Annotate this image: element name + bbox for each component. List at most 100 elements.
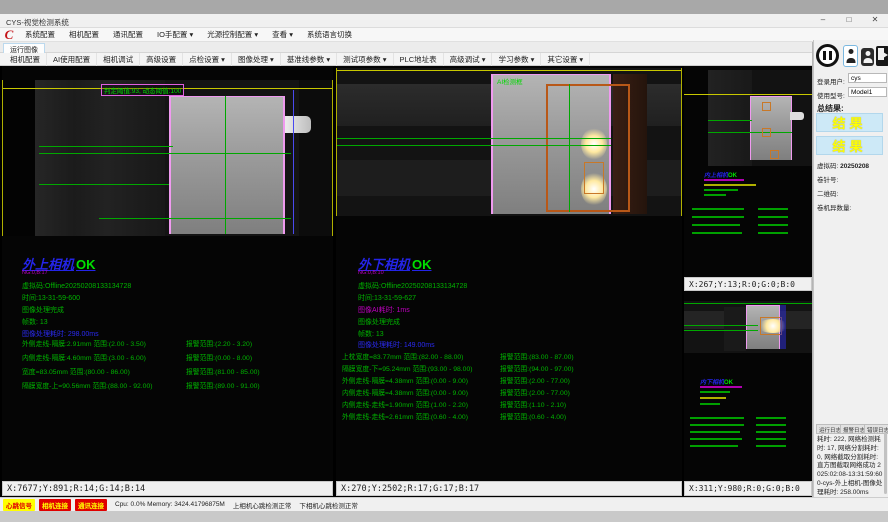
measurement-name: 宽度=83.05mm 范围:(80.00 - 86.00) (22, 366, 130, 376)
tool-advanced-debug[interactable]: 高级调试 ▾ (444, 53, 493, 66)
virtual-code-text: 虚拟码:Offline20250208133134728 (22, 281, 131, 291)
tool-camera-debug[interactable]: 相机调试 (97, 53, 140, 66)
title-bar: CYS-视觉检测系统 – □ ✕ (0, 14, 888, 28)
log-scrollbar[interactable] (884, 432, 887, 494)
virtual-code-label: 虚拟码: 20250208 (817, 160, 869, 170)
mini-measure-bar (692, 232, 742, 234)
camera-title-inner-lower: 内下相机OK (700, 377, 733, 386)
mini-text-bar (700, 403, 720, 405)
label-text: 虚拟码: (817, 163, 838, 170)
app-logo-icon: C (0, 29, 18, 41)
close-icon[interactable]: ✕ (868, 15, 882, 24)
menu-camera-config[interactable]: 相机配置 (62, 28, 106, 42)
measurement-alarm: 报警范围:(89.00 - 91.00) (186, 380, 260, 390)
tool-spot-check[interactable]: 点检设置 ▾ (183, 53, 232, 66)
mini-measure-bar (756, 431, 786, 433)
menu-bar: C 系统配置 相机配置 通讯配置 IO手配置 ▾ 光源控制配置 ▾ 查看 ▾ 系… (0, 28, 888, 42)
camera-view-inner-lower[interactable]: 内下相机OK (684, 291, 812, 481)
measurement-name: 内侧走线-隔膜=4.38mm 范围:(0.00 - 9.00) (342, 387, 468, 397)
measurement-name: 内侧走线-隔膜:4.60mm 范围:(3.00 - 6.00) (22, 352, 146, 362)
mini-measure-bar (690, 417, 744, 419)
tool-plc-address[interactable]: PLC地址表 (394, 53, 444, 66)
mini-text-bar (700, 397, 726, 399)
ai-detect-rect (760, 317, 782, 335)
pause-button[interactable] (816, 44, 839, 67)
camera-connect-badge: 相机连接 (39, 499, 71, 511)
tool-image-processing[interactable]: 图像处理 ▾ (232, 53, 281, 66)
mini-measure-bar (692, 224, 740, 226)
menu-light-config[interactable]: 光源控制配置 ▾ (200, 28, 265, 42)
mini-measure-bar (756, 424, 786, 426)
camera-view-outer-upper[interactable]: 判定阈值:93, 动态阈值:100 外上相机OK NG:0,B:17 虚拟码:O… (2, 66, 333, 481)
menu-comm-config[interactable]: 通讯配置 (106, 28, 150, 42)
exit-button[interactable] (876, 46, 888, 66)
measurement-name: 外侧走线-隔膜:2.91mm 范围:(2.00 - 3.50) (22, 338, 146, 348)
measurement-name: 内侧走线-走线=1.90mm 范围:(1.00 - 2.20) (342, 399, 468, 409)
result-box-lower: 结果 (816, 136, 883, 155)
tool-camera-config[interactable]: 相机配置 (4, 53, 47, 66)
tool-learn-params[interactable]: 学习参数 ▾ (492, 53, 541, 66)
tab-strip: 运行图像 (0, 42, 812, 53)
menu-view[interactable]: 查看 ▾ (265, 28, 300, 42)
tool-advanced-settings[interactable]: 高级设置 (140, 53, 183, 66)
log-text: 耗时: 222, 网络检测耗时: 17, 网络分割耗时: 0, 网络截取分割耗时… (817, 436, 883, 497)
menu-language-switch[interactable]: 系统语言切换 (300, 28, 359, 42)
login-user-label: 登录用户: (817, 76, 845, 86)
upper-camera-heartbeat-text: 上相机心跳检测正常 (233, 500, 292, 510)
camera-view-inner-upper[interactable]: 内上相机OK (684, 66, 812, 277)
measurement-alarm: 报警范围:(2.00 - 77.00) (500, 375, 570, 385)
mini-text-bar (700, 386, 742, 388)
desktop-bottom-strip (0, 511, 888, 522)
process-done-text: 图像处理完成 (22, 305, 64, 315)
model-input[interactable] (848, 87, 887, 97)
abnormal-count-label: 卷机异数量: (817, 202, 851, 212)
camera-image-outer-lower[interactable]: AI检测框 (336, 68, 682, 216)
camera-image-outer-upper[interactable]: 判定阈值:93, 动态阈值:100 (2, 80, 333, 236)
process-done-text: 图像处理完成 (358, 317, 400, 327)
result-ok-text: OK (412, 257, 432, 272)
measurement-alarm: 报警范围:(2.00 - 77.00) (500, 387, 570, 397)
app-window: CYS-视觉检测系统 – □ ✕ C 系统配置 相机配置 通讯配置 IO手配置 … (0, 0, 888, 522)
pixel-status-inner-lower: X:311;Y:980;R:0;G:0;B:0 (684, 481, 812, 496)
camera-image-inner-upper[interactable] (684, 70, 812, 166)
ai-detect-rect-inner (584, 162, 604, 194)
maximize-icon[interactable]: □ (842, 15, 856, 24)
measurement-alarm: 报警范围:(1.10 - 2.10) (500, 399, 566, 409)
battery-cell-region (169, 96, 285, 234)
needle-number-label: 卷针号: (817, 174, 838, 184)
measurement-name: 外侧走线-走线=2.61mm 范围:(0.60 - 4.00) (342, 411, 468, 421)
login-user-input[interactable] (848, 73, 887, 83)
model-label: 使用型号: (817, 90, 845, 100)
pixel-status-inner-upper: X:267;Y:13;R:0;G:0;B:0 (684, 277, 812, 291)
mini-measure-bar (758, 224, 788, 226)
measurement-alarm: 报警范围:(0.60 - 4.00) (500, 411, 566, 421)
mini-measure-bar (690, 445, 738, 447)
switch-user-button[interactable] (861, 48, 874, 66)
measurement-alarm: 报警范围:(83.00 - 87.00) (500, 351, 574, 361)
mini-measure-bar (690, 438, 742, 440)
status-bar: 心跳信号 相机连接 通讯连接 Cpu: 0.0% Memory: 3424.41… (0, 497, 888, 511)
pixel-status-outer-upper: X:7677;Y:891;R:14;G:14;B:14 (2, 481, 333, 496)
minimize-icon[interactable]: – (816, 15, 830, 24)
camera-view-outer-lower[interactable]: AI检测框 外下相机OK NG:0,B:10 虚拟码:Offline202502… (336, 66, 682, 481)
measurement-name: 外侧走线-隔膜=4.38mm 范围:(0.00 - 9.00) (342, 375, 468, 385)
mini-measure-bar (758, 232, 788, 234)
result-box-upper: 结果 (816, 113, 883, 132)
mini-text-bar (700, 391, 730, 393)
lower-camera-heartbeat-text: 下相机心跳检测正常 (299, 500, 358, 510)
tab-run-image[interactable]: 运行图像 (3, 43, 45, 53)
tool-baseline-params[interactable]: 基准线参数 ▾ (281, 53, 337, 66)
result-ok-text: OK (76, 257, 96, 272)
tool-test-params[interactable]: 测试项参数 ▾ (337, 53, 393, 66)
camera-title-inner-upper: 内上相机OK (704, 170, 737, 179)
menu-system-config[interactable]: 系统配置 (18, 28, 62, 42)
login-user-button[interactable] (843, 45, 858, 67)
tool-ai-usage-config[interactable]: AI使用配置 (47, 53, 97, 66)
camera-image-inner-lower[interactable] (684, 301, 812, 353)
pixel-status-outer-lower: X:270;Y:2502;R:17;G:17;B:17 (336, 481, 682, 496)
menu-io-config[interactable]: IO手配置 ▾ (150, 28, 200, 42)
virtual-code-value: 20250208 (840, 163, 869, 170)
threshold-overlay-label: 判定阈值:93, 动态阈值:100 (101, 84, 184, 96)
mini-measure-bar (690, 431, 740, 433)
tool-other-settings[interactable]: 其它设置 ▾ (541, 53, 590, 66)
